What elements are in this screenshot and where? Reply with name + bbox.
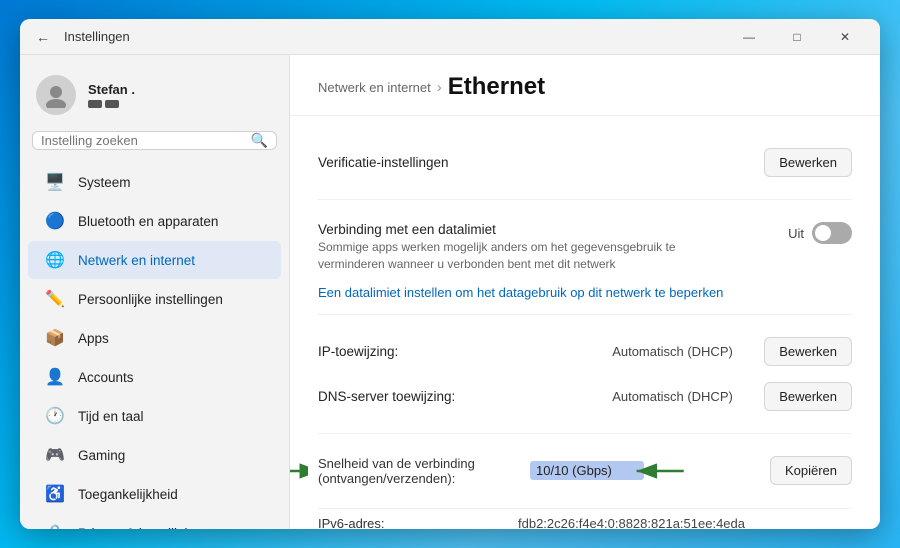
- sidebar-item-label-apps: Apps: [78, 331, 109, 346]
- sidebar-item-persoonlijk[interactable]: ✏️ Persoonlijke instellingen: [28, 280, 281, 318]
- sidebar-item-label-persoonlijk: Persoonlijke instellingen: [78, 292, 223, 307]
- verificatie-section: Verificatie-instellingen Bewerken: [318, 126, 852, 200]
- titlebar: ← Instellingen — □ ✕: [20, 19, 880, 55]
- maximize-button[interactable]: □: [774, 21, 820, 53]
- ip-edit-button[interactable]: Bewerken: [764, 337, 852, 366]
- persoonlijk-icon: ✏️: [44, 288, 66, 310]
- sidebar-item-netwerk[interactable]: 🌐 Netwerk en internet: [28, 241, 281, 279]
- search-box[interactable]: 🔍: [32, 131, 277, 150]
- datalimiet-row: Verbinding met een datalimiet Sommige ap…: [318, 214, 852, 281]
- dot1: [88, 100, 102, 108]
- titlebar-title: Instellingen: [64, 29, 726, 44]
- ipv6-label: IPv6-adres:: [318, 516, 518, 529]
- sidebar-item-accounts[interactable]: 👤 Accounts: [28, 358, 281, 396]
- content-area: Stefan . 🔍 🖥️ Systeem 🔵 Bluetooth en app…: [20, 55, 880, 529]
- ipv6-row: IPv6-adres: fdb2:2c26:f4e4:0:8828:821a:5…: [318, 509, 852, 529]
- nav-list: 🖥️ Systeem 🔵 Bluetooth en apparaten 🌐 Ne…: [20, 162, 289, 529]
- privacy-icon: 🔒: [44, 522, 66, 529]
- dns-value: Automatisch (DHCP): [612, 389, 752, 404]
- sidebar-item-label-tijd: Tijd en taal: [78, 409, 144, 424]
- accounts-icon: 👤: [44, 366, 66, 388]
- avatar: [36, 75, 76, 115]
- minimize-button[interactable]: —: [726, 21, 772, 53]
- left-arrow-icon: [290, 459, 308, 483]
- datalimiet-toggle[interactable]: [812, 222, 852, 244]
- datalimiet-sublabel: Sommige apps werken mogelijk anders om h…: [318, 239, 678, 273]
- datalimiet-label: Verbinding met een datalimiet: [318, 222, 776, 237]
- dot2: [105, 100, 119, 108]
- close-button[interactable]: ✕: [822, 21, 868, 53]
- dns-row: DNS-server toewijzing: Automatisch (DHCP…: [318, 374, 852, 419]
- verificatie-label: Verificatie-instellingen: [318, 155, 752, 170]
- sidebar-item-bluetooth[interactable]: 🔵 Bluetooth en apparaten: [28, 202, 281, 240]
- sidebar-item-label-privacy: Privacy & beveiliging: [78, 526, 203, 530]
- sidebar-item-apps[interactable]: 📦 Apps: [28, 319, 281, 357]
- ip-section: IP-toewijzing: Automatisch (DHCP) Bewerk…: [318, 315, 852, 434]
- datalimiet-label-wrap: Verbinding met een datalimiet Sommige ap…: [318, 222, 776, 273]
- sidebar-item-gaming[interactable]: 🎮 Gaming: [28, 436, 281, 474]
- bluetooth-icon: 🔵: [44, 210, 66, 232]
- breadcrumb: Netwerk en internet › Ethernet: [318, 73, 852, 101]
- speed-label-line2: (ontvangen/verzenden):: [318, 471, 518, 486]
- main-content: Netwerk en internet › Ethernet Verificat…: [290, 55, 880, 529]
- settings-window: ← Instellingen — □ ✕ Stefan .: [20, 19, 880, 529]
- breadcrumb-parent: Netwerk en internet: [318, 80, 431, 95]
- info-section: IPv6-adres: fdb2:2c26:f4e4:0:8828:821a:5…: [318, 509, 852, 529]
- ip-label: IP-toewijzing:: [318, 344, 600, 359]
- sidebar-item-systeem[interactable]: 🖥️ Systeem: [28, 163, 281, 201]
- speed-row: Snelheid van de verbinding (ontvangen/ve…: [318, 448, 852, 494]
- sidebar: Stefan . 🔍 🖥️ Systeem 🔵 Bluetooth en app…: [20, 55, 290, 529]
- toegankelijkheid-icon: ♿: [44, 483, 66, 505]
- netwerk-icon: 🌐: [44, 249, 66, 271]
- datalimiet-section: Verbinding met een datalimiet Sommige ap…: [318, 200, 852, 315]
- systeem-icon: 🖥️: [44, 171, 66, 193]
- verificatie-edit-button[interactable]: Bewerken: [764, 148, 852, 177]
- sidebar-item-toegankelijkheid[interactable]: ♿ Toegankelijkheid: [28, 475, 281, 513]
- breadcrumb-sep: ›: [437, 79, 442, 96]
- sidebar-item-label-toegankelijkheid: Toegankelijkheid: [78, 487, 178, 502]
- data-limit-link[interactable]: Een datalimiet instellen om het datagebr…: [318, 285, 852, 300]
- user-info: Stefan .: [88, 82, 135, 108]
- sidebar-item-label-bluetooth: Bluetooth en apparaten: [78, 214, 218, 229]
- sidebar-item-tijd[interactable]: 🕐 Tijd en taal: [28, 397, 281, 435]
- gaming-icon: 🎮: [44, 444, 66, 466]
- speed-copy-button[interactable]: Kopiëren: [770, 456, 852, 485]
- sidebar-user: Stefan .: [20, 67, 289, 131]
- ipv6-value: fdb2:2c26:f4e4:0:8828:821a:51ee:4eda: [518, 516, 852, 529]
- user-dots: [88, 100, 135, 108]
- back-button[interactable]: ←: [32, 25, 54, 49]
- sidebar-item-label-gaming: Gaming: [78, 448, 125, 463]
- titlebar-controls: — □ ✕: [726, 21, 868, 53]
- page-title: Ethernet: [448, 73, 545, 101]
- sidebar-item-label-accounts: Accounts: [78, 370, 134, 385]
- ip-value: Automatisch (DHCP): [612, 344, 752, 359]
- search-icon: 🔍: [251, 132, 268, 149]
- toggle-off-label: Uit: [788, 226, 804, 241]
- speed-label: Snelheid van de verbinding (ontvangen/ve…: [318, 456, 518, 486]
- ip-row: IP-toewijzing: Automatisch (DHCP) Bewerk…: [318, 329, 852, 374]
- speed-value: 10/10 (Gbps): [530, 461, 644, 480]
- sidebar-item-privacy[interactable]: 🔒 Privacy & beveiliging: [28, 514, 281, 529]
- search-input[interactable]: [41, 133, 251, 148]
- tijd-icon: 🕐: [44, 405, 66, 427]
- verificatie-row: Verificatie-instellingen Bewerken: [318, 140, 852, 185]
- dns-edit-button[interactable]: Bewerken: [764, 382, 852, 411]
- apps-icon: 📦: [44, 327, 66, 349]
- speed-label-line1: Snelheid van de verbinding: [318, 456, 518, 471]
- sidebar-item-label-netwerk: Netwerk en internet: [78, 253, 195, 268]
- main-body: Verificatie-instellingen Bewerken Verbin…: [290, 116, 880, 529]
- sidebar-item-label-systeem: Systeem: [78, 175, 131, 190]
- dns-label: DNS-server toewijzing:: [318, 389, 600, 404]
- right-arrow-icon: [628, 459, 688, 483]
- main-header: Netwerk en internet › Ethernet: [290, 55, 880, 116]
- username: Stefan .: [88, 82, 135, 97]
- speed-section: Snelheid van de verbinding (ontvangen/ve…: [318, 434, 852, 509]
- datalimiet-toggle-wrap: Uit: [788, 222, 852, 244]
